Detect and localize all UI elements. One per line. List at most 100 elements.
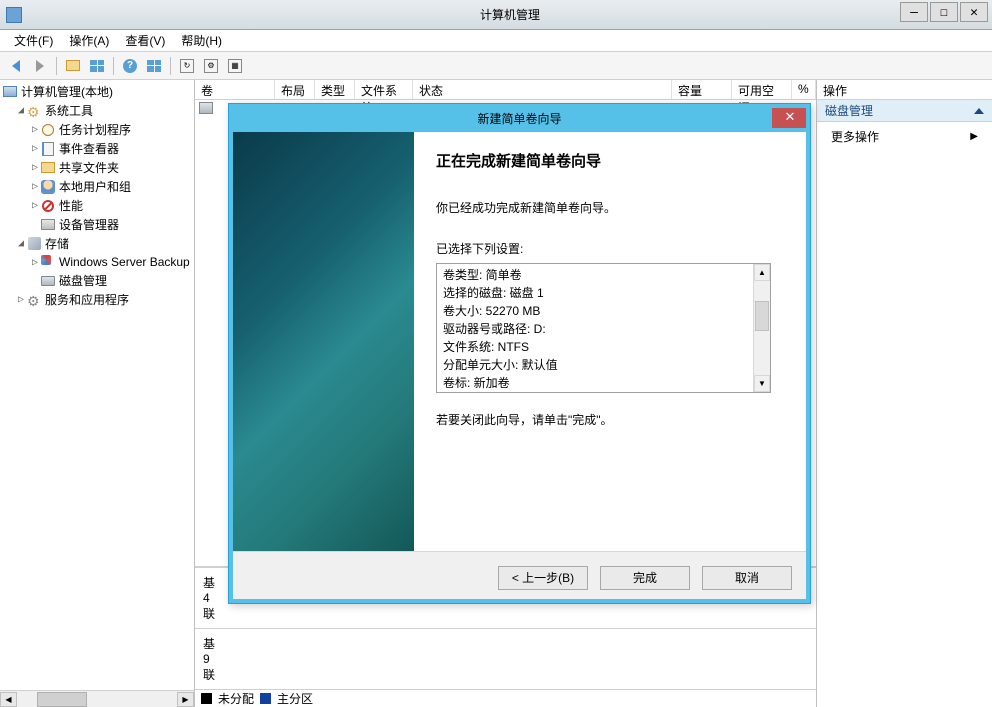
dialog-close-button[interactable]: ✕ bbox=[772, 106, 808, 128]
refresh-button[interactable]: ↻ bbox=[177, 56, 197, 76]
view-list-button[interactable] bbox=[87, 56, 107, 76]
tree-task-scheduler[interactable]: ▷ 任务计划程序 bbox=[2, 120, 192, 139]
scroll-up-button[interactable]: ▲ bbox=[754, 264, 770, 281]
tree-shared-folders[interactable]: ▷ 共享文件夹 bbox=[2, 158, 192, 177]
expand-icon[interactable]: ▷ bbox=[30, 124, 40, 135]
tree-storage[interactable]: ◢ 存储 bbox=[2, 234, 192, 253]
menu-action[interactable]: 操作(A) bbox=[61, 32, 117, 49]
service-icon bbox=[27, 293, 41, 307]
scrollbar-thumb[interactable] bbox=[37, 692, 87, 707]
wizard-hint: 若要关闭此向导，请单击"完成"。 bbox=[436, 411, 788, 428]
settings-scrollbar[interactable]: ▲ ▼ bbox=[753, 264, 770, 392]
dialog-title-bar[interactable]: 新建简单卷向导 ✕ bbox=[229, 104, 810, 132]
close-button[interactable]: ✕ bbox=[960, 2, 988, 22]
wizard-selected-label: 已选择下列设置: bbox=[436, 240, 788, 257]
col-filesystem[interactable]: 文件系统 bbox=[355, 80, 413, 99]
tree-panel: 计算机管理(本地) ◢ 系统工具 ▷ 任务计划程序 ▷ 事件查看器 ▷ 共享文件… bbox=[0, 80, 195, 707]
wizard-content: 正在完成新建简单卷向导 你已经成功完成新建简单卷向导。 已选择下列设置: 卷类型… bbox=[414, 132, 810, 551]
col-layout[interactable]: 布局 bbox=[275, 80, 315, 99]
collapse-icon[interactable]: ◢ bbox=[16, 105, 26, 116]
col-volume[interactable]: 卷 bbox=[195, 80, 275, 99]
menu-help[interactable]: 帮助(H) bbox=[173, 32, 230, 49]
col-status[interactable]: 状态 bbox=[413, 80, 672, 99]
maximize-button[interactable]: ☐ bbox=[930, 2, 958, 22]
minimize-button[interactable]: — bbox=[900, 2, 928, 22]
scroll-right-button[interactable]: ▶ bbox=[177, 692, 194, 707]
tree-performance[interactable]: ▷ 性能 bbox=[2, 196, 192, 215]
scrollbar-thumb[interactable] bbox=[755, 301, 769, 331]
tree-view[interactable]: 计算机管理(本地) ◢ 系统工具 ▷ 任务计划程序 ▷ 事件查看器 ▷ 共享文件… bbox=[0, 80, 194, 690]
tree-wsb[interactable]: ▷ Windows Server Backup bbox=[2, 253, 192, 271]
tree-label: 存储 bbox=[45, 235, 69, 252]
actions-panel: 操作 磁盘管理 更多操作 ▶ bbox=[817, 80, 992, 707]
back-button[interactable]: < 上一步(B) bbox=[498, 566, 588, 590]
finish-button[interactable]: 完成 bbox=[600, 566, 690, 590]
setting-line: 卷标: 新加卷 bbox=[443, 374, 747, 392]
actions-more-label: 更多操作 bbox=[831, 128, 879, 145]
legend-swatch-unallocated bbox=[201, 693, 212, 704]
tools-icon bbox=[27, 104, 41, 118]
expand-icon[interactable]: ▷ bbox=[30, 181, 40, 192]
storage-icon bbox=[28, 237, 41, 250]
actions-header: 操作 bbox=[817, 80, 992, 100]
title-bar: 计算机管理 — ☐ ✕ bbox=[0, 0, 992, 30]
collapse-icon[interactable]: ◢ bbox=[16, 238, 26, 249]
dialog-footer: < 上一步(B) 完成 取消 bbox=[229, 551, 810, 603]
expand-icon[interactable]: ▷ bbox=[16, 294, 26, 305]
folder-up-button[interactable] bbox=[63, 56, 83, 76]
expand-icon[interactable]: ▷ bbox=[30, 143, 40, 154]
disk-text: 联 bbox=[203, 605, 808, 622]
menu-view[interactable]: 查看(V) bbox=[117, 32, 173, 49]
actions-more[interactable]: 更多操作 ▶ bbox=[817, 122, 992, 151]
settings-button[interactable]: ⚙ bbox=[201, 56, 221, 76]
wizard-heading: 正在完成新建简单卷向导 bbox=[436, 150, 788, 171]
collapse-triangle-icon bbox=[974, 108, 984, 114]
tree-horizontal-scrollbar[interactable]: ◀ ▶ bbox=[0, 690, 194, 707]
disk-icon bbox=[41, 276, 55, 286]
col-free[interactable]: 可用空间 bbox=[732, 80, 792, 99]
tree-label: 共享文件夹 bbox=[59, 159, 119, 176]
scroll-down-button[interactable]: ▼ bbox=[754, 375, 770, 392]
properties-button[interactable] bbox=[144, 56, 164, 76]
scroll-left-button[interactable]: ◀ bbox=[0, 692, 17, 707]
tree-root[interactable]: 计算机管理(本地) bbox=[2, 82, 192, 101]
tree-system-tools[interactable]: ◢ 系统工具 bbox=[2, 101, 192, 120]
help-button[interactable]: ? bbox=[120, 56, 140, 76]
tree-local-users[interactable]: ▷ 本地用户和组 bbox=[2, 177, 192, 196]
new-simple-volume-wizard-dialog: 新建简单卷向导 ✕ 正在完成新建简单卷向导 你已经成功完成新建简单卷向导。 已选… bbox=[228, 103, 811, 604]
disk-block-1[interactable]: 基 9 联 bbox=[195, 628, 816, 689]
expand-icon[interactable]: ▷ bbox=[30, 200, 40, 211]
clock-icon bbox=[42, 124, 54, 136]
menu-file[interactable]: 文件(F) bbox=[6, 32, 61, 49]
backup-icon bbox=[41, 255, 55, 269]
legend-bar: 未分配 主分区 bbox=[195, 689, 816, 707]
col-capacity[interactable]: 容量 bbox=[672, 80, 732, 99]
cancel-button[interactable]: 取消 bbox=[702, 566, 792, 590]
back-button[interactable] bbox=[6, 56, 26, 76]
col-type[interactable]: 类型 bbox=[315, 80, 355, 99]
forward-button[interactable] bbox=[30, 56, 50, 76]
disk-text: 联 bbox=[203, 666, 808, 683]
toolbar-separator bbox=[56, 57, 57, 75]
tree-device-manager[interactable]: 设备管理器 bbox=[2, 215, 192, 234]
expand-icon[interactable]: ▷ bbox=[30, 162, 40, 173]
tree-services-apps[interactable]: ▷ 服务和应用程序 bbox=[2, 290, 192, 309]
tree-label: Windows Server Backup bbox=[59, 255, 190, 269]
tree-disk-management[interactable]: 磁盘管理 bbox=[2, 271, 192, 290]
window-controls: — ☐ ✕ bbox=[898, 2, 988, 22]
col-percent[interactable]: % bbox=[792, 80, 816, 99]
scrollbar-track[interactable] bbox=[754, 281, 770, 375]
tree-label: 服务和应用程序 bbox=[45, 291, 129, 308]
wizard-settings-box[interactable]: 卷类型: 简单卷 选择的磁盘: 磁盘 1 卷大小: 52270 MB 驱动器号或… bbox=[436, 263, 771, 393]
tree-label: 性能 bbox=[59, 197, 83, 214]
tree-event-viewer[interactable]: ▷ 事件查看器 bbox=[2, 139, 192, 158]
expand-icon[interactable]: ▷ bbox=[30, 257, 40, 268]
dialog-body: 正在完成新建简单卷向导 你已经成功完成新建简单卷向导。 已选择下列设置: 卷类型… bbox=[229, 132, 810, 551]
actions-section-label: 磁盘管理 bbox=[825, 102, 873, 119]
setting-line: 卷大小: 52270 MB bbox=[443, 302, 747, 320]
actions-section-disk-management[interactable]: 磁盘管理 bbox=[817, 100, 992, 122]
volume-list-header: 卷 布局 类型 文件系统 状态 容量 可用空间 % bbox=[195, 80, 816, 100]
users-icon bbox=[41, 180, 55, 194]
view-button[interactable]: ▦ bbox=[225, 56, 245, 76]
disk-text: 基 bbox=[203, 635, 808, 652]
